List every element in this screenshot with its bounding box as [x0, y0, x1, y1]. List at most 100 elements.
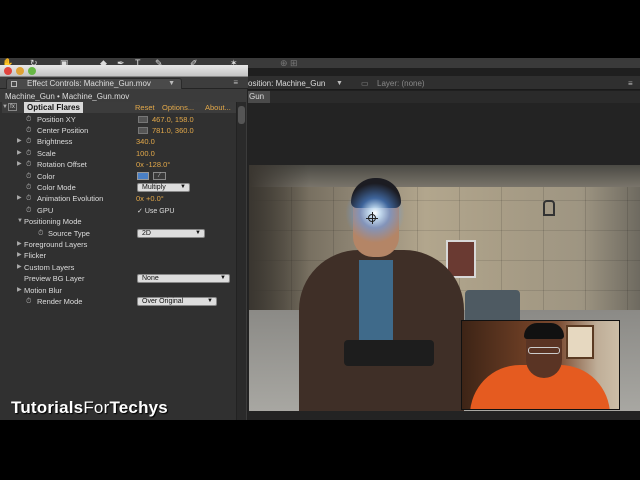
property-row-color-mode: ⏱ Color Mode Multiply ▼	[0, 182, 236, 193]
color-mode-dropdown[interactable]: Multiply ▼	[137, 182, 190, 192]
property-row-source-type: ⏱ Source Type 2D ▼	[0, 228, 236, 239]
property-row-custom-layers: ▶ Custom Layers	[0, 262, 236, 273]
twirl-closed-icon[interactable]: ▶	[17, 285, 22, 296]
effect-controls-panel: Effect Controls: Machine_Gun.mov ▼ ≡ Mac…	[0, 65, 248, 420]
tab-effect-controls[interactable]: Effect Controls: Machine_Gun.mov ▼	[6, 78, 182, 89]
point-picker-icon[interactable]	[138, 116, 148, 124]
twirl-closed-icon[interactable]: ▶	[17, 193, 22, 204]
close-window-icon[interactable]	[4, 67, 12, 75]
brightness-value[interactable]: 340.0	[136, 136, 155, 147]
property-row-scale: ▶ ⏱ Scale 100.0	[0, 148, 236, 159]
use-gpu-checkbox[interactable]: ✓ Use GPU	[137, 206, 174, 217]
twirl-closed-icon[interactable]: ▶	[17, 159, 22, 170]
render-mode-dropdown[interactable]: Over Original ▼	[137, 296, 217, 306]
close-tab-icon[interactable]: ▭	[361, 78, 369, 90]
zoom-window-icon[interactable]	[28, 67, 36, 75]
brightness-label: Brightness	[37, 137, 73, 147]
tab-menu-chevron-icon[interactable]: ▼	[168, 79, 175, 89]
color-mode-value: Multiply	[142, 183, 166, 191]
machine-gun	[344, 340, 434, 366]
presenter-hair	[524, 323, 564, 339]
twirl-open-icon[interactable]: ▼	[17, 216, 23, 227]
twirl-closed-icon[interactable]: ▶	[17, 148, 22, 159]
stopwatch-icon[interactable]: ⏱	[26, 182, 31, 193]
preview-bg-layer-dropdown[interactable]: None ▼	[137, 274, 230, 284]
eyedropper-icon[interactable]: ⁄	[153, 171, 166, 180]
motion-blur-label: Motion Blur	[24, 285, 62, 295]
position-xy-value[interactable]: 467.0, 158.0	[152, 115, 194, 124]
actor-shirt	[359, 260, 393, 340]
dropdown-arrow-icon: ▼	[180, 183, 186, 190]
animation-evolution-value[interactable]: 0x +0.0°	[136, 193, 164, 204]
color-label: Color	[37, 171, 55, 181]
panel-menu-icon[interactable]: ≡	[233, 78, 238, 87]
property-row-preview-bg-layer: Preview BG Layer None ▼	[0, 273, 236, 284]
stopwatch-icon[interactable]: ⏱	[26, 171, 31, 182]
lens-flare	[345, 183, 405, 243]
property-row-gpu: ⏱ GPU ✓ Use GPU	[0, 205, 236, 216]
scrollbar-thumb[interactable]	[238, 106, 245, 124]
composition-subtab-row: Gun	[248, 91, 640, 103]
comp-subtab[interactable]: Gun	[248, 91, 270, 103]
property-row-foreground-layers: ▶ Foreground Layers	[0, 239, 236, 250]
source-type-label: Source Type	[48, 228, 90, 238]
source-type-dropdown[interactable]: 2D ▼	[137, 228, 205, 238]
stopwatch-icon[interactable]: ⏱	[26, 205, 31, 216]
preview-bg-layer-value: None	[142, 275, 159, 283]
stopwatch-icon[interactable]: ⏱	[26, 159, 31, 170]
scale-value[interactable]: 100.0	[136, 148, 155, 159]
tab-composition[interactable]: osition: Machine_Gun	[248, 78, 325, 90]
property-row-positioning-mode: ▼ Positioning Mode	[0, 216, 236, 227]
webcam-overlay	[461, 320, 620, 410]
center-position-value[interactable]: 781.0, 360.0	[152, 126, 194, 135]
composition-tab-menu-chevron-icon[interactable]: ▼	[336, 78, 343, 90]
fx-toggle-icon[interactable]: fx	[8, 103, 17, 111]
stopwatch-icon[interactable]: ⏱	[38, 228, 43, 239]
snap-icon[interactable]: ⊕ ⊞	[280, 58, 298, 68]
composition-tab-row: osition: Machine_Gun ▼ ▭ Layer: (none) ≡	[248, 76, 640, 90]
reset-link[interactable]: Reset	[135, 102, 155, 113]
property-row-center-position: ⏱ Center Position 781.0, 360.0	[0, 125, 236, 136]
twirl-closed-icon[interactable]: ▶	[17, 136, 22, 147]
twirl-closed-icon[interactable]: ▶	[17, 262, 22, 273]
options-link[interactable]: Options...	[162, 102, 194, 113]
scale-label: Scale	[37, 148, 56, 158]
tab-effect-controls-label: Effect Controls: Machine_Gun.mov	[27, 79, 151, 88]
wall-fixture	[543, 200, 555, 216]
watermark-part-2: For	[83, 398, 110, 417]
panel-tab-row: Effect Controls: Machine_Gun.mov ▼ ≡	[0, 77, 248, 89]
effect-name-label[interactable]: Optical Flares	[24, 102, 83, 113]
tab-layer[interactable]: Layer: (none)	[377, 78, 425, 90]
panel-scrollbar[interactable]	[236, 102, 246, 420]
stopwatch-icon[interactable]: ⏱	[26, 296, 31, 307]
twirl-closed-icon[interactable]: ▶	[17, 239, 22, 250]
stopwatch-icon[interactable]: ⏱	[26, 193, 31, 204]
close-tab-icon[interactable]	[11, 81, 17, 87]
stopwatch-icon[interactable]: ⏱	[26, 148, 31, 159]
center-position-label: Center Position	[37, 125, 89, 135]
minimize-window-icon[interactable]	[16, 67, 24, 75]
channel-watermark: TutorialsForTechys	[11, 398, 168, 418]
stopwatch-icon[interactable]: ⏱	[26, 114, 31, 125]
rotation-offset-value[interactable]: 0x -128.0°	[136, 159, 170, 170]
animation-evolution-label: Animation Evolution	[37, 194, 104, 204]
flicker-label: Flicker	[24, 251, 47, 261]
dropdown-arrow-icon: ▼	[195, 229, 201, 236]
use-gpu-label: Use GPU	[144, 207, 175, 215]
stopwatch-icon[interactable]: ⏱	[26, 136, 31, 147]
flare-position-crosshair-icon[interactable]	[366, 212, 378, 224]
about-link[interactable]: About...	[205, 102, 231, 113]
stopwatch-icon[interactable]: ⏱	[26, 125, 31, 136]
breadcrumb: Machine_Gun • Machine_Gun.mov	[5, 92, 130, 101]
dropdown-arrow-icon: ▼	[220, 275, 226, 282]
color-swatch[interactable]	[137, 171, 149, 180]
property-row-color: ⏱ Color ⁄	[0, 171, 236, 182]
point-picker-icon[interactable]	[138, 127, 148, 135]
panel-menu-icon[interactable]: ≡	[628, 78, 633, 90]
effect-header-row: ▼ fx Optical Flares Reset Options... Abo…	[2, 102, 236, 113]
twirl-closed-icon[interactable]: ▶	[17, 250, 22, 261]
property-row-motion-blur: ▶ Motion Blur	[0, 285, 236, 296]
window-titlebar	[0, 65, 248, 77]
rotation-offset-label: Rotation Offset	[37, 160, 87, 170]
property-row-rotation-offset: ▶ ⏱ Rotation Offset 0x -128.0°	[0, 159, 236, 170]
